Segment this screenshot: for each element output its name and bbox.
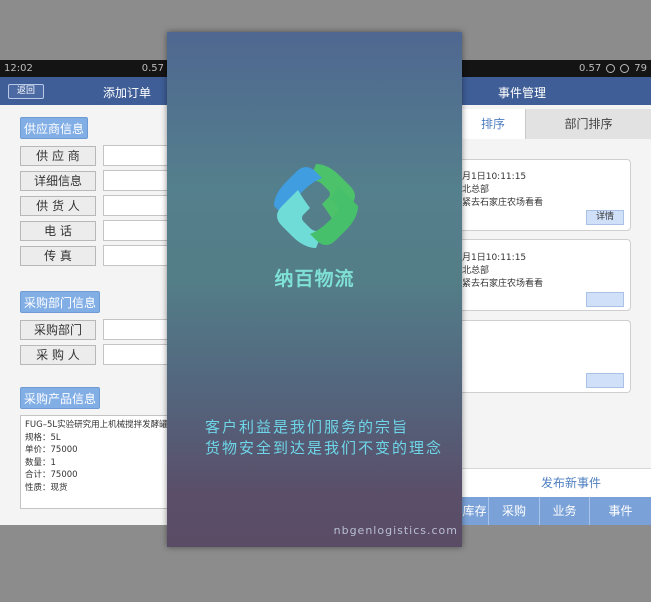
brand-name: 纳百物流	[274, 268, 355, 290]
order-form-screen: 12:02 0.57 返回 添加订单 供应商信息 供 应 商 详细信息 供 货 …	[0, 60, 168, 525]
phone-label[interactable]: 电 话	[20, 221, 96, 241]
nav-inventory[interactable]: 库存	[461, 497, 488, 525]
website-text: nbgenlogistics.com	[333, 524, 458, 537]
brand-logo-icon	[274, 164, 358, 248]
fax-label[interactable]: 传 真	[20, 246, 96, 266]
product-line: FUG–5L实验研究用上机械搅拌发酵罐	[25, 420, 168, 430]
fax-input[interactable]	[103, 245, 168, 266]
title-bar: 事件管理	[461, 77, 651, 105]
product-line: 规格：5L	[25, 432, 61, 443]
product-line: 合计：75000	[25, 470, 78, 480]
purchaser-input[interactable]	[103, 344, 168, 365]
event-card[interactable]	[461, 320, 631, 393]
supplier-name-input[interactable]	[103, 145, 168, 166]
publish-event-button[interactable]: 发布新事件	[461, 468, 651, 497]
product-line: 数量：1	[25, 457, 56, 468]
status-battery: 0.57	[141, 63, 164, 74]
bottom-nav: 库存 采购 业务 事件	[461, 497, 651, 525]
event-dept: 北总部	[462, 185, 490, 195]
event-time: 月1日10:11:15	[462, 172, 527, 182]
purchase-dept-label[interactable]: 采购部门	[20, 320, 96, 340]
details-button[interactable]: 详情	[586, 210, 624, 225]
supplier-name-label[interactable]: 供 应 商	[20, 146, 96, 166]
event-text: 紧去石家庄农场看看	[462, 198, 544, 208]
event-text: 紧去石家庄农场看看	[462, 279, 544, 289]
status-speed: 0.57	[579, 63, 602, 74]
product-line: 单价：75000	[25, 445, 78, 455]
supplier-contact-input[interactable]	[103, 195, 168, 216]
event-time: 月1日10:11:15	[462, 253, 527, 263]
supplier-contact-label[interactable]: 供 货 人	[20, 196, 96, 216]
alarm-icon	[606, 64, 616, 73]
product-info-box[interactable]: FUG–5L实验研究用上机械搅拌发酵罐 规格：5L 单价：75000 数量：1 …	[20, 415, 168, 509]
event-dept: 北总部	[462, 266, 490, 276]
purchase-dept-input[interactable]	[103, 319, 168, 340]
event-card[interactable]: 月1日10:11:15 北总部 紧去石家庄农场看看	[461, 239, 631, 311]
purchaser-label[interactable]: 采 购 人	[20, 345, 96, 365]
page-title: 添加订单	[103, 86, 152, 100]
wifi-icon	[620, 64, 630, 73]
slogan-line-2: 货物安全到达是我们不变的理念	[205, 439, 444, 457]
splash-screen: 纳百物流 客户利益是我们服务的宗旨 货物安全到达是我们不变的理念 nbgenlo…	[167, 32, 462, 547]
event-management-screen: 0.57 79 事件管理 排序 部门排序 月1日10:11:15 北总部 紧去石…	[461, 60, 651, 525]
tab-dept-sort[interactable]: 部门排序	[525, 109, 651, 139]
status-bar: 0.57 79	[461, 60, 651, 77]
product-line: 性质：现货	[25, 482, 68, 493]
details-button[interactable]	[586, 373, 624, 388]
status-battery: 79	[634, 63, 647, 74]
details-button[interactable]	[586, 292, 624, 307]
status-bar: 12:02 0.57	[0, 60, 168, 77]
nav-purchase[interactable]: 采购	[488, 497, 539, 525]
details-input[interactable]	[103, 170, 168, 191]
supplier-section-button[interactable]: 供应商信息	[20, 117, 89, 139]
details-label[interactable]: 详细信息	[20, 171, 96, 191]
phone-input[interactable]	[103, 220, 168, 241]
nav-events[interactable]: 事件	[589, 497, 651, 525]
product-section-button[interactable]: 采购产品信息	[20, 387, 101, 409]
title-bar: 返回 添加订单	[0, 77, 168, 105]
sort-tabs: 排序 部门排序	[461, 109, 651, 139]
nav-business[interactable]: 业务	[539, 497, 589, 525]
event-card[interactable]: 月1日10:11:15 北总部 紧去石家庄农场看看 详情	[461, 159, 631, 231]
purchase-dept-section-button[interactable]: 采购部门信息	[20, 291, 101, 313]
status-time: 12:02	[4, 63, 33, 74]
back-button[interactable]: 返回	[8, 84, 44, 99]
slogan-line-1: 客户利益是我们服务的宗旨	[205, 418, 410, 436]
page-title: 事件管理	[498, 86, 547, 100]
tab-sort[interactable]: 排序	[461, 109, 525, 139]
